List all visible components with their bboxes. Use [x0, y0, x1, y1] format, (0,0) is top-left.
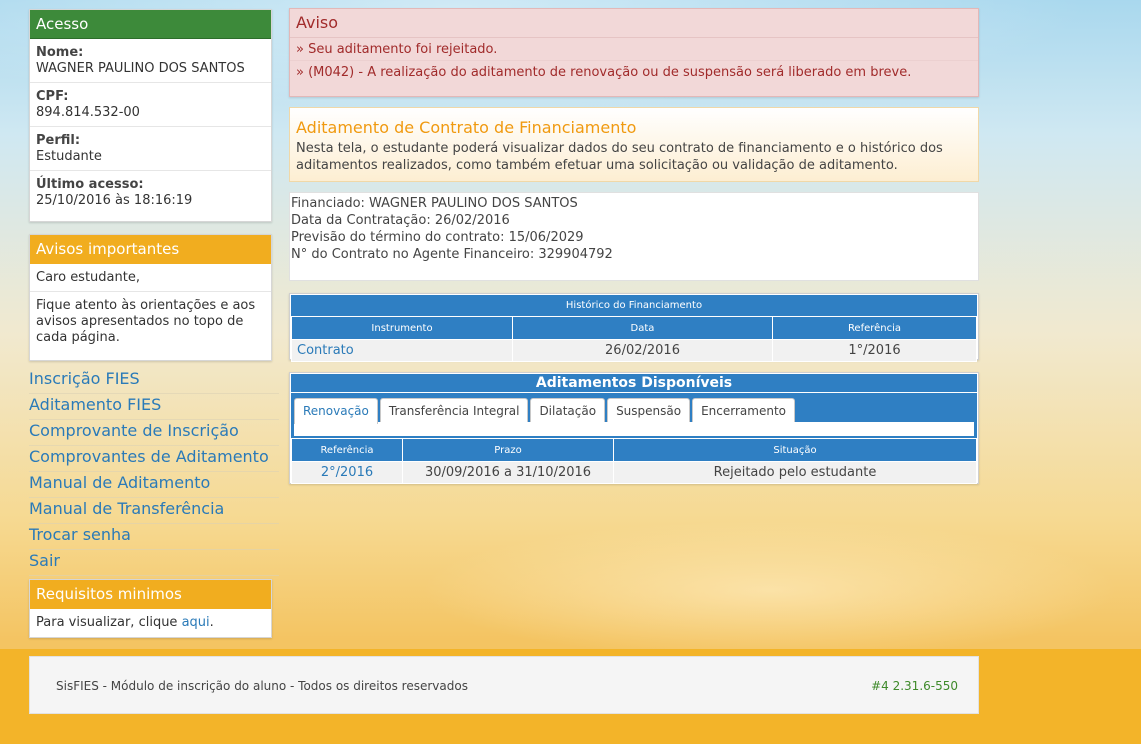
- historico-table: Instrumento Data Referência Contrato 26/…: [291, 316, 977, 362]
- tab-encerramento[interactable]: Encerramento: [692, 398, 795, 422]
- nome-value: WAGNER PAULINO DOS SANTOS: [36, 61, 245, 76]
- nome-label: Nome:: [36, 45, 84, 60]
- tab-content-area: [294, 422, 974, 436]
- data-contratacao-text: Data da Contratação: 26/02/2016: [291, 213, 510, 228]
- sidebar: Acesso Nome: WAGNER PAULINO DOS SANTOS C…: [29, 9, 279, 576]
- avisos-text: Fique atento às orientações e aos avisos…: [36, 298, 256, 345]
- nav-manual-transferencia[interactable]: Manual de Transferência: [29, 498, 279, 524]
- financiado-text: Financiado: WAGNER PAULINO DOS SANTOS: [291, 196, 578, 211]
- cpf-label: CPF:: [36, 89, 69, 104]
- cell-situacao: Rejeitado pelo estudante: [613, 461, 977, 484]
- page-description: Nesta tela, o estudante poderá visualiza…: [296, 141, 943, 173]
- nav-aditamento-fies[interactable]: Aditamento FIES: [29, 394, 279, 420]
- perfil-value: Estudante: [36, 149, 102, 164]
- referencia-link[interactable]: 2°/2016: [321, 465, 373, 480]
- acesso-panel: Acesso Nome: WAGNER PAULINO DOS SANTOS C…: [29, 9, 272, 222]
- cell-data: 26/02/2016: [512, 339, 773, 362]
- aditamento-tabs-bar: Renovação Transferência Integral Dilataç…: [291, 392, 977, 438]
- avisos-importantes-title: Avisos importantes: [30, 235, 271, 264]
- requisitos-title: Requisitos minimos: [30, 580, 271, 609]
- aditamentos-panel: Aditamentos Disponíveis Renovação Transf…: [289, 372, 979, 484]
- column-header-instrumento: Instrumento: [291, 316, 513, 340]
- historico-caption: Histórico do Financiamento: [291, 295, 977, 316]
- numero-contrato-text: N° do Contrato no Agente Financeiro: 329…: [291, 247, 613, 262]
- aditamentos-table: Referência Prazo Situação 2°/2016 30/09/…: [291, 438, 977, 484]
- previsao-termino-text: Previsão do término do contrato: 15/06/2…: [291, 230, 584, 245]
- avisos-importantes-panel: Avisos importantes Caro estudante, Fique…: [29, 234, 272, 361]
- page-title: Aditamento de Contrato de Financiamento: [296, 118, 637, 137]
- contrato-link[interactable]: Contrato: [297, 343, 354, 358]
- requisitos-end: .: [209, 615, 214, 630]
- requisitos-row: Para visualizar, clique aqui.: [30, 609, 271, 636]
- nav-comprovantes-aditamento[interactable]: Comprovantes de Aditamento: [29, 446, 279, 472]
- column-header-data: Data: [512, 316, 773, 340]
- tab-dilatacao[interactable]: Dilatação: [530, 398, 606, 422]
- cell-instrumento: Contrato: [291, 339, 513, 362]
- acesso-title: Acesso: [30, 10, 271, 39]
- column-header-referencia: Referência: [772, 316, 977, 340]
- table-row: 2°/2016 30/09/2016 a 31/10/2016 Rejeitad…: [291, 461, 977, 484]
- info-panel: Aditamento de Contrato de Financiamento …: [289, 107, 979, 182]
- nav-trocar-senha[interactable]: Trocar senha: [29, 524, 279, 550]
- cell-referencia: 2°/2016: [291, 461, 403, 484]
- table-header-row: Referência Prazo Situação: [291, 438, 977, 462]
- requisitos-link[interactable]: aqui: [182, 615, 210, 630]
- main-content: Aviso » Seu aditamento foi rejeitado. » …: [289, 8, 979, 484]
- nav-sair[interactable]: Sair: [29, 550, 279, 576]
- alert-message-m042: » (M042) - A realização do aditamento de…: [296, 65, 912, 80]
- column-header-prazo: Prazo: [402, 438, 614, 462]
- footer: SisFIES - Módulo de inscrição do aluno -…: [29, 656, 979, 714]
- aditamentos-caption: Aditamentos Disponíveis: [291, 374, 977, 392]
- background-cloud: [420, 520, 1120, 660]
- alert-panel: Aviso » Seu aditamento foi rejeitado. » …: [289, 8, 979, 97]
- nav-inscricao-fies[interactable]: Inscrição FIES: [29, 368, 279, 394]
- footer-copyright: SisFIES - Módulo de inscrição do aluno -…: [56, 679, 468, 693]
- main-nav: Inscrição FIES Aditamento FIES Comprovan…: [29, 368, 279, 576]
- alert-title: Aviso: [290, 9, 978, 38]
- cpf-value: 894.814.532-00: [36, 105, 140, 120]
- tab-suspensao[interactable]: Suspensão: [607, 398, 691, 422]
- cell-prazo: 30/09/2016 a 31/10/2016: [402, 461, 614, 484]
- footer-version: #4 2.31.6-550: [871, 679, 958, 693]
- ultimo-acesso-label: Último acesso:: [36, 177, 144, 192]
- alert-message-rejected: » Seu aditamento foi rejeitado.: [290, 38, 978, 61]
- avisos-greeting: Caro estudante,: [30, 264, 271, 292]
- historico-table-panel: Histórico do Financiamento Instrumento D…: [289, 293, 979, 362]
- column-header-situacao: Situação: [613, 438, 977, 462]
- financiamento-details: Financiado: WAGNER PAULINO DOS SANTOS Da…: [289, 192, 979, 281]
- perfil-row: Perfil: Estudante: [30, 127, 271, 171]
- tab-renovacao[interactable]: Renovação: [294, 398, 378, 424]
- table-header-row: Instrumento Data Referência: [291, 316, 977, 340]
- cpf-row: CPF: 894.814.532-00: [30, 83, 271, 127]
- ultimo-acesso-row: Último acesso: 25/10/2016 às 18:16:19: [30, 171, 271, 214]
- aditamento-tabs: Renovação Transferência Integral Dilataç…: [294, 398, 974, 424]
- requisitos-panel: Requisitos minimos Para visualizar, cliq…: [29, 579, 272, 638]
- tab-transferencia-integral[interactable]: Transferência Integral: [379, 398, 529, 422]
- nav-manual-aditamento[interactable]: Manual de Aditamento: [29, 472, 279, 498]
- column-header-referencia: Referência: [291, 438, 403, 462]
- nome-row: Nome: WAGNER PAULINO DOS SANTOS: [30, 39, 271, 83]
- cell-referencia: 1°/2016: [772, 339, 977, 362]
- ultimo-acesso-value: 25/10/2016 às 18:16:19: [36, 193, 193, 208]
- table-row: Contrato 26/02/2016 1°/2016: [291, 339, 977, 362]
- requisitos-text: Para visualizar, clique: [36, 615, 182, 630]
- nav-comprovante-inscricao[interactable]: Comprovante de Inscrição: [29, 420, 279, 446]
- perfil-label: Perfil:: [36, 133, 81, 148]
